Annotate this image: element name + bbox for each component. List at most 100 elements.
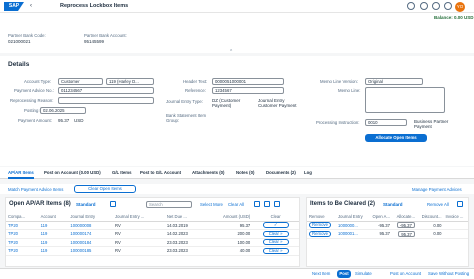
remove-all-button[interactable]: Remove All — [427, 202, 449, 207]
journal-entry-cell[interactable]: 100000174 — [68, 229, 114, 239]
save-without-posting-button[interactable]: Save Without Posting — [428, 271, 469, 276]
table-row[interactable]: TP20 119 100000008 RV 14.03.2019 95.37 ✓ — [6, 221, 299, 230]
post-on-account-button[interactable]: Post on Account — [390, 271, 421, 276]
clear-item-label: Clear — [268, 239, 279, 245]
cleared-check-button[interactable]: ✓ — [262, 222, 289, 229]
clear-open-items-button[interactable]: Clear Open Items — [74, 185, 136, 193]
invoice-cell — [443, 221, 468, 230]
tab-gl-items[interactable]: G/L Items — [112, 170, 132, 175]
amount-cell: 95.37 — [203, 221, 253, 230]
settings-icon[interactable] — [254, 201, 260, 207]
reprocessing-reason-label: Reprocessing Reason: — [10, 98, 54, 103]
column-header[interactable]: Net Due ... — [164, 213, 204, 222]
search-icon[interactable] — [407, 2, 415, 10]
back-icon[interactable]: ‹ — [30, 3, 32, 9]
clear-item-button[interactable]: Clear » — [262, 239, 289, 246]
open-items-variant[interactable]: Standard — [76, 202, 96, 207]
reprocessing-reason-input[interactable] — [58, 97, 154, 104]
next-item-button[interactable]: Next Item — [312, 271, 330, 276]
column-header[interactable]: Journal Entry — [336, 213, 369, 222]
tab-log[interactable]: Log — [304, 170, 312, 175]
account-cell[interactable]: 119 — [38, 229, 69, 239]
allocate-open-items-button[interactable]: Allocate Open Items — [365, 134, 427, 142]
collapse-header-icon[interactable]: ⌃ — [229, 49, 233, 55]
payment-currency: USD — [74, 118, 84, 123]
table-row[interactable]: Remove 1000000... -95.37 -95.37 0.00 — [307, 221, 468, 230]
export-icon[interactable] — [264, 201, 270, 207]
payment-advice-input[interactable]: 011234567 — [58, 87, 154, 94]
column-header[interactable]: Account — [38, 213, 69, 222]
refresh-icon[interactable] — [110, 201, 116, 207]
memo-line-version-select[interactable]: Original — [365, 78, 423, 85]
fullscreen-icon[interactable] — [274, 201, 280, 207]
account-type-select[interactable]: Customer — [58, 78, 103, 85]
account-cell[interactable]: 119 — [38, 238, 69, 247]
column-header[interactable]: Remove — [307, 213, 337, 222]
tab-post-to-gl-account[interactable]: Post to G/L Account — [140, 170, 181, 175]
account-cell[interactable]: 119 — [38, 221, 69, 230]
bell-icon[interactable] — [420, 2, 428, 10]
match-payment-advice-button[interactable]: Match Payment Advice Items — [8, 187, 63, 192]
company-cell[interactable]: TP20 — [6, 221, 39, 230]
journal-entry-cell[interactable]: 1000000... — [336, 221, 369, 230]
posting-date-input[interactable]: 02.06.2025 — [40, 107, 86, 114]
memo-line-textarea[interactable] — [365, 87, 445, 113]
remove-button[interactable]: Remove — [309, 222, 332, 229]
manage-payment-advices-link[interactable]: Manage Payment Advices — [412, 187, 462, 192]
account-cell[interactable]: 119 — [38, 246, 69, 256]
remove-cell: Remove — [307, 221, 337, 230]
clear-item-button[interactable]: Clear » — [262, 247, 289, 254]
table-row[interactable]: Remove 1000001... 95.37 95.37 0.00 — [307, 229, 468, 239]
net-due-cell: 14.03.2019 — [164, 221, 204, 230]
column-header[interactable]: Compa... — [6, 213, 39, 222]
table-row[interactable]: TP20 119 100000185 RV 23.03.2023 40.00 C… — [6, 246, 299, 256]
tab-notes[interactable]: Notes (0) — [236, 170, 254, 175]
column-header[interactable]: Clear — [252, 213, 299, 222]
clear-cell: Clear » — [252, 229, 299, 239]
column-header[interactable]: Discount... — [416, 213, 444, 222]
journal-entry-type-label: Journal Entry Type: — [166, 99, 203, 104]
column-header[interactable]: Journal Entry — [68, 213, 114, 222]
avatar[interactable]: YO — [455, 2, 465, 12]
allocate-input[interactable]: -95.37 — [396, 222, 415, 229]
tab-attachments[interactable]: Attachments (0) — [192, 170, 224, 175]
column-header[interactable]: Allocate... — [391, 213, 417, 222]
tab-ap-ar-items[interactable]: AP/AR Items — [8, 170, 34, 179]
account-input[interactable]: 119 (Harley D... — [106, 78, 154, 85]
sap-logo[interactable]: SAP — [4, 2, 24, 11]
apps-icon[interactable] — [444, 2, 452, 10]
settings-icon[interactable] — [457, 201, 463, 207]
column-header[interactable]: Amount (USD) — [203, 213, 253, 222]
company-cell[interactable]: TP20 — [6, 229, 39, 239]
allocate-input[interactable]: 95.37 — [398, 230, 415, 237]
journal-entry-cell[interactable]: 100000008 — [68, 221, 114, 230]
remove-button[interactable]: Remove — [309, 230, 332, 237]
journal-entry-cell[interactable]: 100000184 — [68, 238, 114, 247]
column-header[interactable]: Journal Entry ... — [113, 213, 165, 222]
help-icon[interactable] — [432, 2, 440, 10]
clear-item-button[interactable]: Clear » — [262, 230, 289, 237]
clear-all-button[interactable]: Clear All — [228, 202, 244, 207]
company-cell[interactable]: TP20 — [6, 246, 39, 256]
header-text-input[interactable]: 0000051000001 — [212, 78, 284, 85]
column-header[interactable]: Invoice ... — [443, 213, 468, 222]
app-title[interactable]: Reprocess Lockbox Items — [60, 3, 128, 9]
processing-instruction-input[interactable]: 0010 — [365, 119, 407, 126]
to-clear-variant[interactable]: Standard — [383, 202, 403, 207]
simulate-button[interactable]: Simulate — [355, 271, 372, 276]
journal-entry-cell[interactable]: 1000001... — [336, 229, 369, 239]
tab-documents[interactable]: Documents (2) — [266, 170, 296, 175]
table-row[interactable]: TP20 119 100000174 RV 14.02.2023 200.00 … — [6, 229, 299, 239]
post-button[interactable]: Post — [337, 270, 351, 278]
journal-entry-cell[interactable]: 100000185 — [68, 246, 114, 256]
column-header[interactable]: Open A... — [368, 213, 392, 222]
account-type-label: Account Type: — [24, 79, 52, 84]
reference-input[interactable]: 1234567 — [212, 87, 284, 94]
table-row[interactable]: TP20 119 100000184 RV 23.03.2023 100.00 … — [6, 238, 299, 247]
select-more-button[interactable]: Select More — [200, 202, 223, 207]
amount-cell: 200.00 — [203, 229, 253, 239]
open-items-search[interactable]: Search — [146, 201, 192, 208]
to-clear-table: Remove Journal Entry Open A... Allocate.… — [307, 213, 468, 239]
company-cell[interactable]: TP20 — [6, 238, 39, 247]
tab-post-on-account[interactable]: Post on Account (0.00 USD) — [44, 170, 101, 175]
